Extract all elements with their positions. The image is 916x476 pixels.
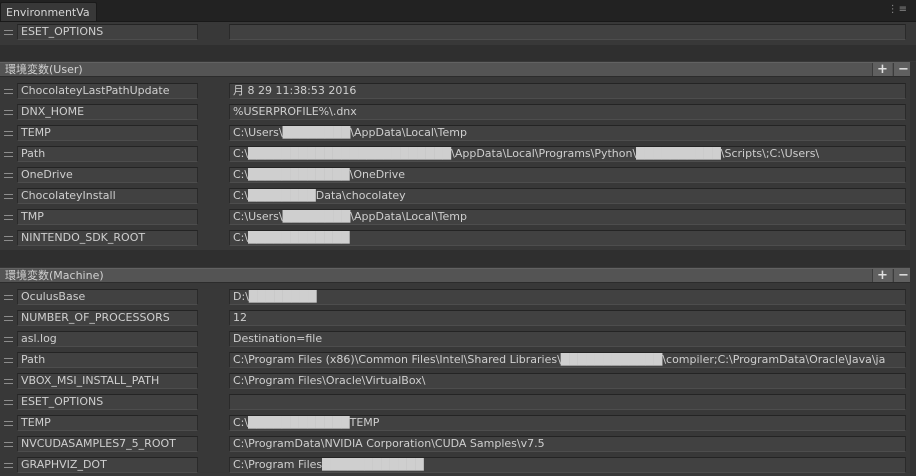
machine-variable-row: VBOX_MSI_INSTALL_PATH C:\Program Files\O… xyxy=(0,371,916,392)
variable-value-field[interactable] xyxy=(229,24,906,40)
variable-name-field[interactable]: NVCUDASAMPLES7_5_ROOT xyxy=(17,436,198,452)
variable-name-field[interactable]: TEMP xyxy=(17,125,198,141)
drag-handle-icon[interactable] xyxy=(4,152,13,157)
variable-value-field[interactable]: C:\████████████TEMP xyxy=(229,415,906,431)
user-variable-row: OneDrive C:\████████████\OneDrive xyxy=(0,165,916,186)
drag-handle-icon[interactable] xyxy=(4,131,13,136)
top-row-eset-options: ESET_OPTIONS xyxy=(0,22,916,43)
variable-value-field[interactable] xyxy=(229,394,906,410)
variable-name-field[interactable]: OculusBase xyxy=(17,289,198,305)
user-variable-row: TEMP C:\Users\████████\AppData\Local\Tem… xyxy=(0,123,916,144)
section-spacer xyxy=(0,45,916,61)
drag-handle-icon[interactable] xyxy=(4,358,13,363)
kebab-menu-icon[interactable]: ⋮≡ xyxy=(888,4,908,15)
user-variable-row: ChocolateyLastPathUpdate 月 8 29 11:38:53… xyxy=(0,81,916,102)
variable-value-field[interactable]: C:\Program Files\Oracle\VirtualBox\ xyxy=(229,373,906,389)
variable-name-field[interactable]: ESET_OPTIONS xyxy=(17,394,198,410)
variable-value-field[interactable]: 12 xyxy=(229,310,906,326)
vertical-scrollbar[interactable] xyxy=(910,62,916,476)
machine-section-header: 環境変数(Machine) + − xyxy=(0,268,916,283)
user-variable-row: Path C:\████████████████████████\AppData… xyxy=(0,144,916,165)
variable-name-field[interactable]: NUMBER_OF_PROCESSORS xyxy=(17,310,198,326)
tab-environment-variables[interactable]: EnvironmentVa xyxy=(0,2,97,21)
variable-value-field[interactable]: C:\Program Files (x86)\Common Files\Inte… xyxy=(229,352,906,368)
machine-variable-row: NVCUDASAMPLES7_5_ROOT C:\ProgramData\NVI… xyxy=(0,434,916,455)
variable-name-field[interactable]: ESET_OPTIONS xyxy=(17,24,198,40)
user-variable-row: ChocolateyInstall C:\████████Data\chocol… xyxy=(0,186,916,207)
variable-value-field[interactable]: C:\████████████████████████\AppData\Loca… xyxy=(229,146,906,162)
variable-value-field[interactable]: C:\████████████\OneDrive xyxy=(229,167,906,183)
machine-variable-row: asl.log Destination=file xyxy=(0,329,916,350)
user-section-title: 環境変数(User) xyxy=(5,63,83,76)
machine-section-title: 環境変数(Machine) xyxy=(5,269,104,282)
drag-handle-icon[interactable] xyxy=(4,236,13,241)
user-variable-row: DNX_HOME %USERPROFILE%\.dnx xyxy=(0,102,916,123)
machine-variable-row: NUMBER_OF_PROCESSORS 12 xyxy=(0,308,916,329)
machine-variable-row: ESET_OPTIONS xyxy=(0,392,916,413)
drag-handle-icon[interactable] xyxy=(4,421,13,426)
drag-handle-icon[interactable] xyxy=(4,30,13,35)
machine-add-button[interactable]: + xyxy=(872,269,892,282)
variable-name-field[interactable]: ChocolateyInstall xyxy=(17,188,198,204)
variable-value-field[interactable]: C:\Users\████████\AppData\Local\Temp xyxy=(229,209,906,225)
variable-name-field[interactable]: GRAPHVIZ_DOT xyxy=(17,457,198,473)
drag-handle-icon[interactable] xyxy=(4,463,13,468)
user-add-button[interactable]: + xyxy=(872,63,892,76)
variable-value-field[interactable]: C:\████████Data\chocolatey xyxy=(229,188,906,204)
variable-name-field[interactable]: VBOX_MSI_INSTALL_PATH xyxy=(17,373,198,389)
drag-handle-icon[interactable] xyxy=(4,110,13,115)
drag-handle-icon[interactable] xyxy=(4,295,13,300)
tab-bar: EnvironmentVa ⋮≡ xyxy=(0,0,916,22)
variable-name-field[interactable]: ChocolateyLastPathUpdate xyxy=(17,83,198,99)
drag-handle-icon[interactable] xyxy=(4,442,13,447)
drag-handle-icon[interactable] xyxy=(4,379,13,384)
variable-value-field[interactable]: Destination=file xyxy=(229,331,906,347)
variable-value-field[interactable]: C:\ProgramData\NVIDIA Corporation\CUDA S… xyxy=(229,436,906,452)
variable-value-field[interactable]: D:\████████ xyxy=(229,289,906,305)
variable-value-field[interactable]: %USERPROFILE%\.dnx xyxy=(229,104,906,120)
drag-handle-icon[interactable] xyxy=(4,337,13,342)
variable-name-field[interactable]: NINTENDO_SDK_ROOT xyxy=(17,230,198,246)
machine-variable-row: TEMP C:\████████████TEMP xyxy=(0,413,916,434)
drag-handle-icon[interactable] xyxy=(4,194,13,199)
variable-name-field[interactable]: Path xyxy=(17,352,198,368)
user-variable-row: TMP C:\Users\████████\AppData\Local\Temp xyxy=(0,207,916,228)
variable-value-field[interactable]: C:\Program Files████████████ xyxy=(229,457,906,473)
variable-value-field[interactable]: C:\████████████ xyxy=(229,230,906,246)
drag-handle-icon[interactable] xyxy=(4,316,13,321)
variable-value-field[interactable]: 月 8 29 11:38:53 2016 xyxy=(229,83,906,99)
drag-handle-icon[interactable] xyxy=(4,400,13,405)
section-spacer xyxy=(0,250,916,267)
variable-value-field[interactable]: C:\Users\████████\AppData\Local\Temp xyxy=(229,125,906,141)
variable-name-field[interactable]: Path xyxy=(17,146,198,162)
machine-variable-row: OculusBase D:\████████ xyxy=(0,287,916,308)
variable-name-field[interactable]: asl.log xyxy=(17,331,198,347)
drag-handle-icon[interactable] xyxy=(4,215,13,220)
user-section-header: 環境変数(User) + − xyxy=(0,62,916,77)
drag-handle-icon[interactable] xyxy=(4,173,13,178)
variable-name-field[interactable]: OneDrive xyxy=(17,167,198,183)
user-variable-row: NINTENDO_SDK_ROOT C:\████████████ xyxy=(0,228,916,249)
drag-handle-icon[interactable] xyxy=(4,89,13,94)
variable-name-field[interactable]: TMP xyxy=(17,209,198,225)
variable-name-field[interactable]: DNX_HOME xyxy=(17,104,198,120)
variable-name-field[interactable]: TEMP xyxy=(17,415,198,431)
machine-variable-row: GRAPHVIZ_DOT C:\Program Files███████████… xyxy=(0,455,916,476)
machine-variable-row: Path C:\Program Files (x86)\Common Files… xyxy=(0,350,916,371)
